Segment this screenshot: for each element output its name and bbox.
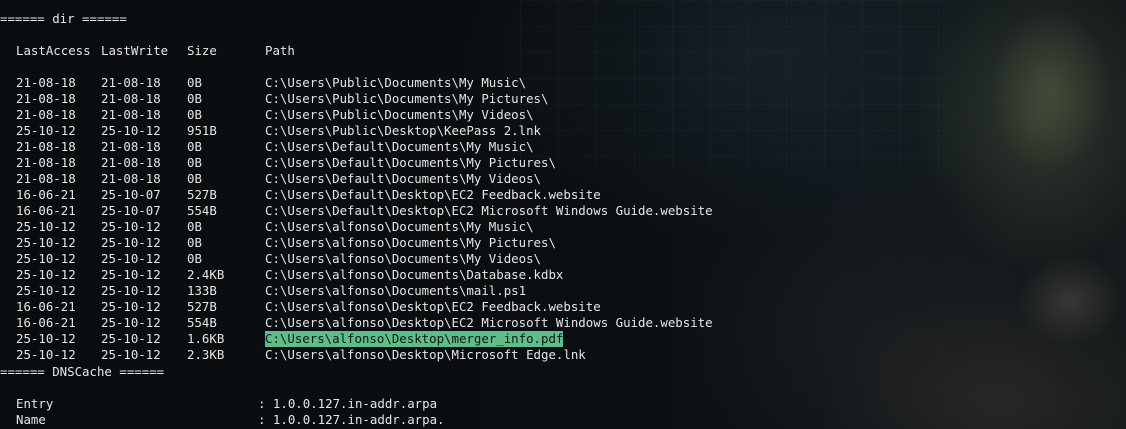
row-last-access: 16-06-21 — [16, 187, 76, 202]
row-last-access: 25-10-12 — [16, 331, 76, 346]
row-last-access: 25-10-12 — [16, 347, 76, 362]
row-size: 0B — [187, 139, 202, 154]
row-last-access: 16-06-21 — [16, 203, 76, 218]
row-path: C:\Users\Default\Documents\My Music\ — [265, 139, 534, 154]
row-last-access: 21-08-18 — [16, 171, 76, 186]
row-size: 133B — [187, 283, 217, 298]
row-last-access: 21-08-18 — [16, 139, 76, 154]
dir-column-headers: LastAccess LastWrite Size Path — [0, 43, 295, 59]
dir-section-header-text: ====== dir ====== — [0, 11, 127, 26]
row-size: 0B — [187, 107, 202, 122]
row-size: 0B — [187, 155, 202, 170]
row-last-access: 21-08-18 — [16, 91, 76, 106]
row-size: 0B — [187, 91, 202, 106]
row-size: 554B — [187, 203, 217, 218]
row-last-access: 21-08-18 — [16, 107, 76, 122]
row-last-access: 25-10-12 — [16, 219, 76, 234]
row-last-write: 21-08-18 — [101, 139, 161, 154]
column-header-last-write: LastWrite — [101, 43, 169, 58]
row-path-selected: C:\Users\alfonso\Desktop\merger_info.pdf — [265, 331, 564, 347]
row-path: C:\Users\alfonso\Documents\mail.ps1 — [265, 283, 527, 298]
row-last-write: 25-10-12 — [101, 123, 161, 138]
row-last-write: 21-08-18 — [101, 171, 161, 186]
row-size: 527B — [187, 299, 217, 314]
row-size: 0B — [187, 75, 202, 90]
dnscache-section-header: ====== DNSCache ====== — [0, 364, 164, 380]
terminal-window[interactable]: ====== dir ====== LastAccess LastWrite S… — [0, 0, 1126, 429]
row-last-access: 16-06-21 — [16, 315, 76, 330]
dnscache-key: Entry — [16, 396, 54, 411]
row-last-access: 25-10-12 — [16, 235, 76, 250]
row-last-write: 21-08-18 — [101, 155, 161, 170]
row-size: 2.4KB — [187, 267, 225, 282]
row-size: 0B — [187, 235, 202, 250]
row-path: C:\Users\alfonso\Desktop\EC2 Feedback.we… — [265, 299, 601, 314]
column-header-path: Path — [265, 43, 295, 58]
row-size: 1.6KB — [187, 331, 225, 346]
row-path: C:\Users\Public\Documents\My Pictures\ — [265, 91, 549, 106]
dnscache-section-header-text: ====== DNSCache ====== — [0, 364, 165, 379]
row-size: 554B — [187, 315, 217, 330]
wallpaper-figure-decor — [960, 0, 1126, 429]
row-last-write: 25-10-07 — [101, 187, 161, 202]
row-path: C:\Users\alfonso\Documents\My Music\ — [265, 219, 534, 234]
row-last-write: 25-10-12 — [101, 347, 161, 362]
row-path: C:\Users\Public\Documents\My Videos\ — [265, 107, 534, 122]
dnscache-value: : 1.0.0.127.in-addr.arpa. — [258, 412, 445, 427]
dir-section-header: ====== dir ====== — [0, 11, 127, 27]
row-path: C:\Users\Default\Desktop\EC2 Microsoft W… — [265, 203, 713, 218]
row-path: C:\Users\alfonso\Desktop\Microsoft Edge.… — [265, 347, 586, 362]
dnscache-key: Name — [16, 412, 46, 427]
row-last-access: 25-10-12 — [16, 267, 76, 282]
row-last-write: 21-08-18 — [101, 107, 161, 122]
row-path: C:\Users\Public\Documents\My Music\ — [265, 75, 527, 90]
row-last-access: 21-08-18 — [16, 155, 76, 170]
row-path: C:\Users\alfonso\Documents\My Videos\ — [265, 251, 542, 266]
row-last-write: 25-10-12 — [101, 331, 161, 346]
row-size: 527B — [187, 187, 217, 202]
row-size: 0B — [187, 251, 202, 266]
wallpaper-grid-decor — [520, 0, 950, 170]
row-path: C:\Users\Default\Documents\My Pictures\ — [265, 155, 556, 170]
row-last-write: 25-10-12 — [101, 251, 161, 266]
row-path: C:\Users\alfonso\Documents\My Pictures\ — [265, 235, 556, 250]
row-last-write: 25-10-12 — [101, 267, 161, 282]
row-path: C:\Users\Default\Desktop\EC2 Feedback.we… — [265, 187, 601, 202]
row-size: 2.3KB — [187, 347, 225, 362]
row-path: C:\Users\Public\Desktop\KeePass 2.lnk — [265, 123, 542, 138]
row-size: 951B — [187, 123, 217, 138]
row-last-access: 25-10-12 — [16, 251, 76, 266]
row-last-write: 25-10-12 — [101, 235, 161, 250]
row-last-access: 21-08-18 — [16, 75, 76, 90]
row-path: C:\Users\alfonso\Documents\Database.kdbx — [265, 267, 564, 282]
row-last-access: 25-10-12 — [16, 283, 76, 298]
row-last-write: 25-10-12 — [101, 315, 161, 330]
row-last-access: 25-10-12 — [16, 123, 76, 138]
row-last-access: 16-06-21 — [16, 299, 76, 314]
row-last-write: 21-08-18 — [101, 91, 161, 106]
row-size: 0B — [187, 171, 202, 186]
row-last-write: 25-10-12 — [101, 299, 161, 314]
row-last-write: 25-10-12 — [101, 219, 161, 234]
row-last-write: 25-10-12 — [101, 283, 161, 298]
row-path: C:\Users\alfonso\Desktop\EC2 Microsoft W… — [265, 315, 713, 330]
row-last-write: 21-08-18 — [101, 75, 161, 90]
column-header-last-access: LastAccess — [16, 43, 91, 58]
row-path: C:\Users\Default\Documents\My Videos\ — [265, 171, 542, 186]
dnscache-value: : 1.0.0.127.in-addr.arpa — [258, 396, 438, 411]
row-size: 0B — [187, 219, 202, 234]
row-last-write: 25-10-07 — [101, 203, 161, 218]
column-header-size: Size — [187, 43, 217, 58]
